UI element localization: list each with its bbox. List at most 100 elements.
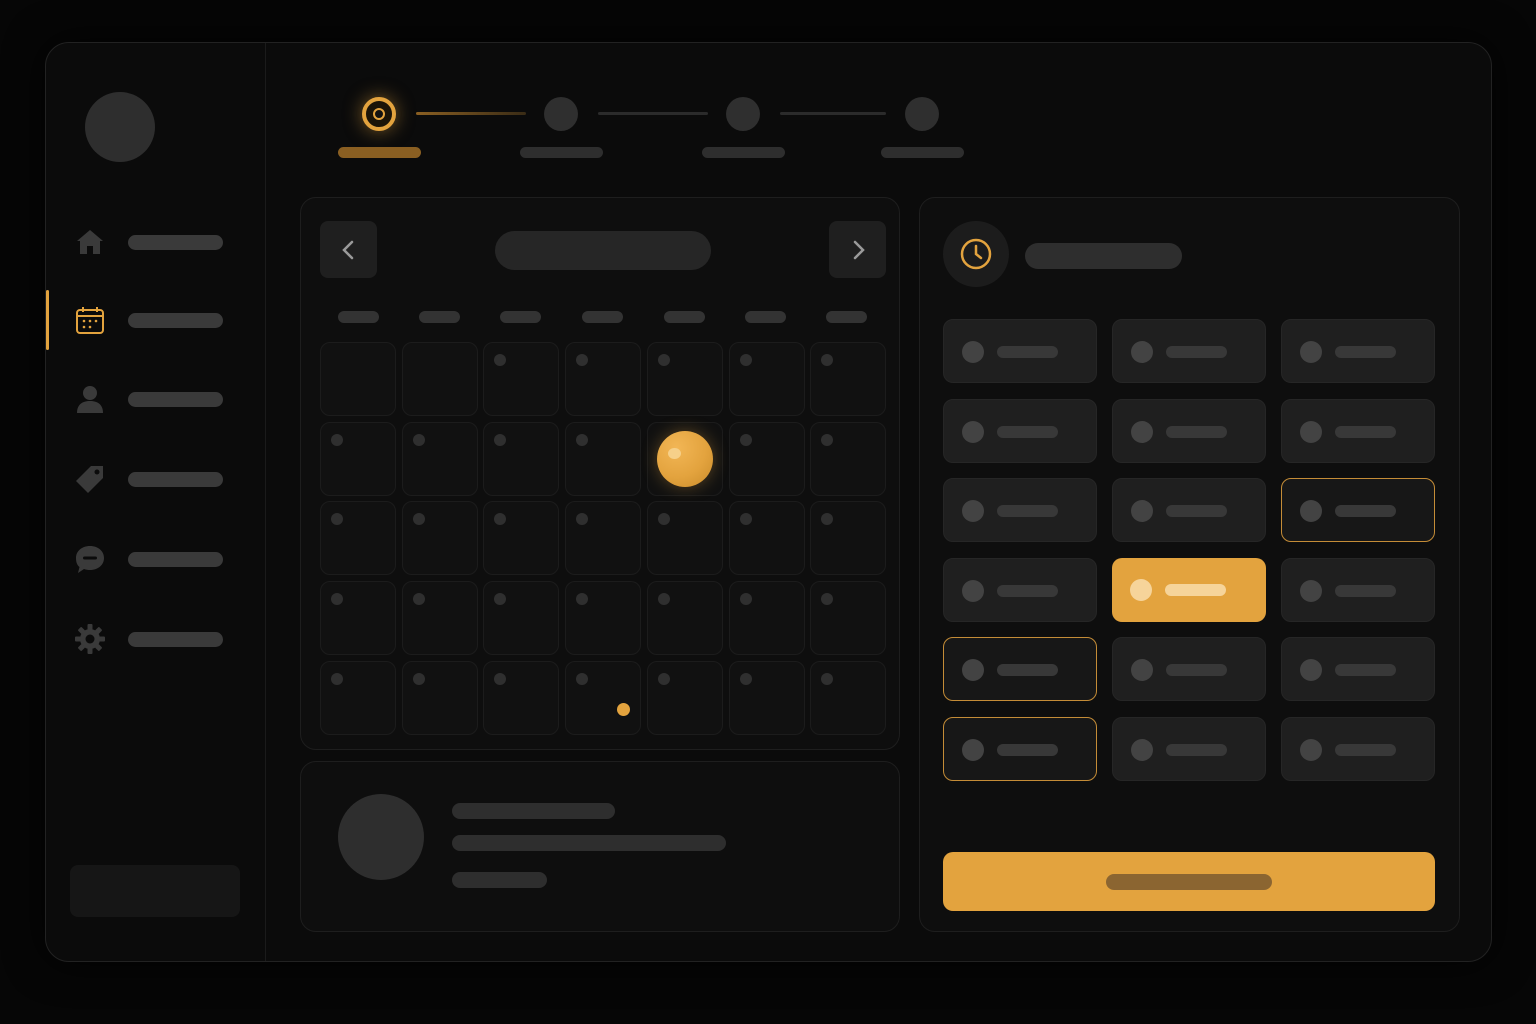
- time-slot-highlighted[interactable]: [943, 717, 1097, 781]
- calendar-day[interactable]: [729, 342, 805, 416]
- calendar-day[interactable]: [320, 581, 396, 655]
- slot-radio: [1300, 659, 1322, 681]
- calendar-day[interactable]: [565, 581, 641, 655]
- calendar-day[interactable]: [810, 342, 886, 416]
- time-slot[interactable]: [1281, 637, 1435, 701]
- slot-radio: [1300, 421, 1322, 443]
- time-slot[interactable]: [943, 478, 1097, 542]
- calendar-day[interactable]: [647, 581, 723, 655]
- time-slot-highlighted[interactable]: [943, 637, 1097, 701]
- calendar-day[interactable]: [810, 581, 886, 655]
- slot-radio: [1130, 579, 1152, 601]
- sidebar-item-messages[interactable]: [46, 529, 265, 589]
- step-label: [338, 147, 421, 158]
- calendar-day[interactable]: [647, 661, 723, 735]
- sidebar-bottom-button[interactable]: [70, 865, 240, 917]
- sidebar-item-settings[interactable]: [46, 609, 265, 669]
- calendar-day[interactable]: [565, 661, 641, 735]
- day-number: [576, 354, 588, 366]
- calendar-day[interactable]: [483, 581, 559, 655]
- next-month-button[interactable]: [829, 221, 886, 278]
- calendar-day[interactable]: [402, 661, 478, 735]
- calendar-day[interactable]: [483, 342, 559, 416]
- time-slot[interactable]: [1281, 319, 1435, 383]
- step-label: [702, 147, 785, 158]
- weekday-label: [419, 311, 460, 323]
- time-slot[interactable]: [1281, 558, 1435, 622]
- day-number: [821, 593, 833, 605]
- sidebar-item-calendar[interactable]: [46, 290, 265, 350]
- calendar-icon: [76, 307, 104, 334]
- day-number: [413, 673, 425, 685]
- step-label: [881, 147, 964, 158]
- calendar-day[interactable]: [565, 342, 641, 416]
- time-slot[interactable]: [1281, 717, 1435, 781]
- calendar-day[interactable]: [729, 581, 805, 655]
- confirm-button[interactable]: [943, 852, 1435, 911]
- calendar-day[interactable]: [647, 501, 723, 575]
- day-number: [821, 513, 833, 525]
- time-slot[interactable]: [943, 319, 1097, 383]
- calendar-day[interactable]: [810, 501, 886, 575]
- calendar-day[interactable]: [320, 661, 396, 735]
- calendar-day[interactable]: [810, 661, 886, 735]
- slot-radio: [1300, 739, 1322, 761]
- calendar-day-empty[interactable]: [320, 342, 396, 416]
- time-slot[interactable]: [1281, 399, 1435, 463]
- weekday-label: [338, 311, 379, 323]
- calendar-day[interactable]: [483, 501, 559, 575]
- calendar-day[interactable]: [402, 501, 478, 575]
- slot-radio: [962, 739, 984, 761]
- calendar-day[interactable]: [320, 501, 396, 575]
- slot-radio: [1131, 421, 1153, 443]
- time-slot-selected[interactable]: [1112, 558, 1266, 622]
- calendar-day[interactable]: [402, 422, 478, 496]
- weekday-label: [582, 311, 623, 323]
- time-slot[interactable]: [1112, 399, 1266, 463]
- profile-card: [300, 761, 900, 932]
- confirm-button-label: [1106, 874, 1272, 890]
- calendar-day[interactable]: [565, 422, 641, 496]
- calendar-day-empty[interactable]: [402, 342, 478, 416]
- slot-radio: [962, 500, 984, 522]
- slot-radio: [962, 659, 984, 681]
- calendar-day-selected[interactable]: [647, 422, 723, 496]
- calendar-day[interactable]: [565, 501, 641, 575]
- day-number: [576, 673, 588, 685]
- active-indicator: [46, 290, 49, 350]
- time-slot-highlighted[interactable]: [1281, 478, 1435, 542]
- slot-radio: [1131, 659, 1153, 681]
- day-number: [740, 673, 752, 685]
- day-number: [821, 434, 833, 446]
- clock-badge: [943, 221, 1009, 287]
- slot-radio: [1300, 500, 1322, 522]
- time-slot[interactable]: [1112, 637, 1266, 701]
- day-number: [740, 434, 752, 446]
- slot-label: [1166, 346, 1227, 358]
- calendar-day[interactable]: [729, 661, 805, 735]
- time-slot[interactable]: [1112, 319, 1266, 383]
- sidebar-item-tags[interactable]: [46, 449, 265, 509]
- step-connector: [780, 112, 886, 115]
- time-slot[interactable]: [1112, 717, 1266, 781]
- prev-month-button[interactable]: [320, 221, 377, 278]
- calendar-day[interactable]: [483, 661, 559, 735]
- day-number: [413, 513, 425, 525]
- calendar-day[interactable]: [810, 422, 886, 496]
- sidebar-item-user[interactable]: [46, 369, 265, 429]
- day-number: [331, 593, 343, 605]
- sidebar-item-home[interactable]: [46, 212, 265, 272]
- time-slot[interactable]: [1112, 478, 1266, 542]
- profile-name: [452, 803, 615, 819]
- calendar-day[interactable]: [729, 422, 805, 496]
- day-number: [331, 513, 343, 525]
- time-slot[interactable]: [943, 399, 1097, 463]
- calendar-day[interactable]: [320, 422, 396, 496]
- time-slot[interactable]: [943, 558, 1097, 622]
- day-number: [331, 434, 343, 446]
- calendar-day[interactable]: [729, 501, 805, 575]
- calendar-day[interactable]: [402, 581, 478, 655]
- calendar-day[interactable]: [647, 342, 723, 416]
- calendar-day[interactable]: [483, 422, 559, 496]
- day-number: [740, 513, 752, 525]
